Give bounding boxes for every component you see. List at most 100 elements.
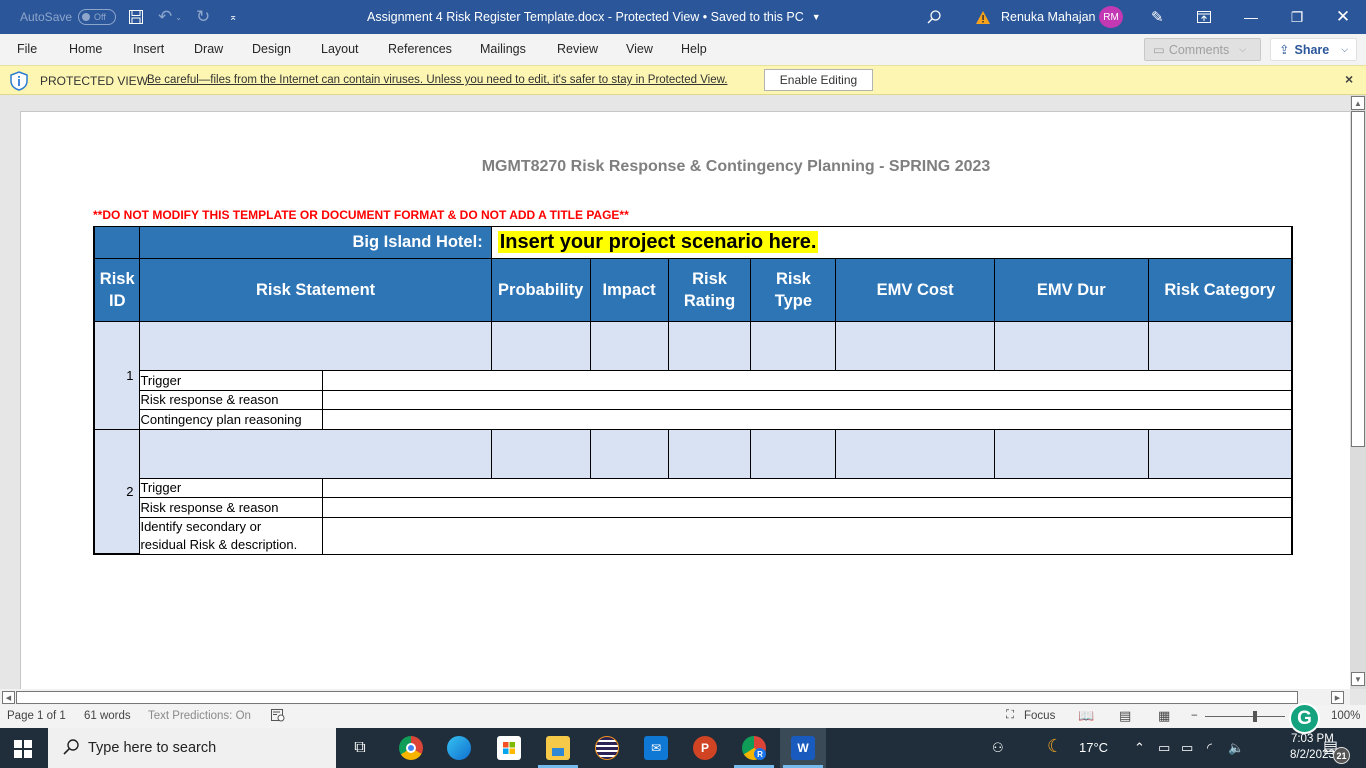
word-taskbar-button[interactable]: W	[780, 728, 826, 768]
show-hidden-icons-icon[interactable]: ⌃	[1134, 740, 1145, 756]
share-button[interactable]: ⇪ Share ⌵	[1270, 38, 1357, 61]
zoom-slider[interactable]	[1205, 716, 1285, 717]
chrome-profile-icon[interactable]: R	[742, 736, 766, 760]
project-scenario-placeholder[interactable]: Insert your project scenario here.	[497, 231, 819, 253]
risk-1-probability-cell[interactable]	[490, 321, 591, 371]
edge-icon[interactable]	[447, 736, 471, 760]
meet-now-icon[interactable]: ▭	[1158, 740, 1170, 756]
microsoft-store-icon[interactable]	[497, 736, 521, 760]
ribbon-display-icon[interactable]	[1197, 0, 1211, 34]
weather-temperature[interactable]: 17°C	[1079, 740, 1108, 755]
risk-2-secondary-value[interactable]	[322, 516, 1294, 555]
zoom-percent[interactable]: 100%	[1331, 710, 1360, 722]
tab-review[interactable]: Review	[557, 42, 598, 56]
redo-icon[interactable]: ↻	[196, 0, 210, 34]
document-page[interactable]: MGMT8270 Risk Response & Contingency Pla…	[20, 111, 1350, 689]
autosave-toggle[interactable]: AutoSave Off	[20, 0, 117, 34]
zoom-slider-handle[interactable]	[1253, 711, 1257, 722]
tab-home[interactable]: Home	[69, 42, 102, 56]
file-explorer-icon[interactable]	[546, 736, 570, 760]
risk-2-type-cell[interactable]	[750, 428, 837, 479]
vertical-scroll-thumb[interactable]	[1351, 111, 1365, 447]
enable-editing-button[interactable]: Enable Editing	[764, 69, 873, 91]
comments-button[interactable]: ▭ Comments ⌵	[1144, 38, 1261, 61]
risk-2-emv-cost-cell[interactable]	[835, 428, 995, 479]
risk-2-category-cell[interactable]	[1147, 428, 1293, 479]
page-count[interactable]: Page 1 of 1	[7, 710, 66, 722]
focus-icon[interactable]: ⛶	[1006, 709, 1014, 722]
undo-icon[interactable]: ↶ ⌄	[158, 0, 182, 34]
tab-design[interactable]: Design	[252, 42, 291, 56]
tab-help[interactable]: Help	[681, 42, 707, 56]
chrome-icon[interactable]	[399, 736, 423, 760]
zoom-out-button[interactable]: −	[1191, 710, 1198, 722]
eclipse-icon[interactable]	[595, 736, 619, 760]
pen-icon[interactable]: ✎	[1151, 0, 1164, 34]
risk-1-contingency-value[interactable]	[322, 409, 1294, 430]
horizontal-scrollbar[interactable]: ◀ ▶	[0, 689, 1350, 705]
tab-view[interactable]: View	[626, 42, 653, 56]
word-count[interactable]: 61 words	[84, 710, 131, 722]
scroll-right-icon[interactable]: ▶	[1331, 691, 1344, 704]
document-title[interactable]: Assignment 4 Risk Register Template.docx…	[367, 0, 821, 34]
grammarly-icon[interactable]: G	[1289, 703, 1320, 734]
risk-1-statement-cell[interactable]	[139, 321, 492, 371]
risk-1-emv-dur-cell[interactable]	[993, 321, 1149, 371]
risk-2-response-value[interactable]	[322, 497, 1294, 518]
vertical-scrollbar[interactable]: ▲ ▼	[1350, 95, 1366, 689]
web-layout-icon[interactable]: ▦	[1158, 708, 1170, 724]
risk-2-emv-dur-cell[interactable]	[993, 428, 1149, 479]
horizontal-scroll-thumb[interactable]	[16, 691, 1298, 704]
warning-icon[interactable]	[975, 0, 991, 34]
avatar[interactable]: RM	[1099, 6, 1123, 28]
risk-1-response-value[interactable]	[322, 389, 1294, 410]
wifi-icon[interactable]: ◜	[1207, 740, 1212, 756]
protected-view-message-link[interactable]: Be careful—files from the Internet can c…	[147, 74, 727, 86]
scroll-up-icon[interactable]: ▲	[1351, 96, 1365, 110]
risk-1-rating-cell[interactable]	[667, 321, 752, 371]
risk-2-statement-cell[interactable]	[139, 428, 492, 479]
scroll-left-icon[interactable]: ◀	[2, 691, 15, 704]
print-layout-icon[interactable]: ▤	[1119, 708, 1131, 724]
people-icon[interactable]: ⚇	[992, 740, 1004, 756]
save-icon[interactable]	[128, 0, 144, 34]
risk-1-category-cell[interactable]	[1147, 321, 1293, 371]
read-mode-icon[interactable]: 📖	[1078, 708, 1094, 724]
tab-draw[interactable]: Draw	[194, 42, 223, 56]
battery-icon[interactable]: ▭	[1181, 740, 1193, 756]
risk-2-rating-cell[interactable]	[667, 428, 752, 479]
powerpoint-icon[interactable]: P	[693, 736, 717, 760]
customize-qat-icon[interactable]: ⌅	[229, 0, 237, 34]
volume-icon[interactable]: 🔈	[1228, 740, 1244, 756]
weather-moon-icon[interactable]: ☾	[1047, 736, 1063, 757]
risk-1-type-cell[interactable]	[750, 321, 837, 371]
tab-mailings[interactable]: Mailings	[480, 42, 526, 56]
tab-file[interactable]: File	[17, 42, 37, 56]
risk-1-trigger-value[interactable]	[322, 370, 1294, 391]
task-view-icon[interactable]: ⧉	[348, 736, 372, 760]
risk-1-emv-cost-cell[interactable]	[835, 321, 995, 371]
risk-2-impact-cell[interactable]	[589, 428, 669, 479]
user-name[interactable]: Renuka Mahajan	[1001, 0, 1096, 34]
focus-button[interactable]: Focus	[1024, 710, 1055, 722]
windows-start-icon[interactable]	[14, 740, 32, 758]
autosave-switch[interactable]: Off	[78, 9, 117, 25]
close-icon[interactable]: ✕	[1320, 0, 1366, 34]
accessibility-icon[interactable]	[271, 709, 285, 725]
tab-references[interactable]: References	[388, 42, 452, 56]
restore-icon[interactable]: ❐	[1274, 0, 1320, 34]
risk-1-impact-cell[interactable]	[589, 321, 669, 371]
risk-2-probability-cell[interactable]	[490, 428, 591, 479]
minimize-icon[interactable]: —	[1228, 0, 1274, 34]
protected-view-label: PROTECTED VIEW	[40, 74, 149, 88]
scroll-down-icon[interactable]: ▼	[1351, 672, 1365, 686]
search-icon[interactable]	[926, 0, 942, 34]
tab-layout[interactable]: Layout	[321, 42, 359, 56]
tab-insert[interactable]: Insert	[133, 42, 164, 56]
risk-2-trigger-value[interactable]	[322, 477, 1294, 498]
close-icon[interactable]: ×	[1345, 71, 1353, 87]
taskbar-search-input[interactable]: Type here to search	[48, 728, 336, 768]
mail-icon[interactable]: ✉	[644, 736, 668, 760]
text-predictions-status[interactable]: Text Predictions: On	[148, 710, 251, 722]
project-scenario-cell[interactable]: Insert your project scenario here.	[490, 226, 1293, 259]
